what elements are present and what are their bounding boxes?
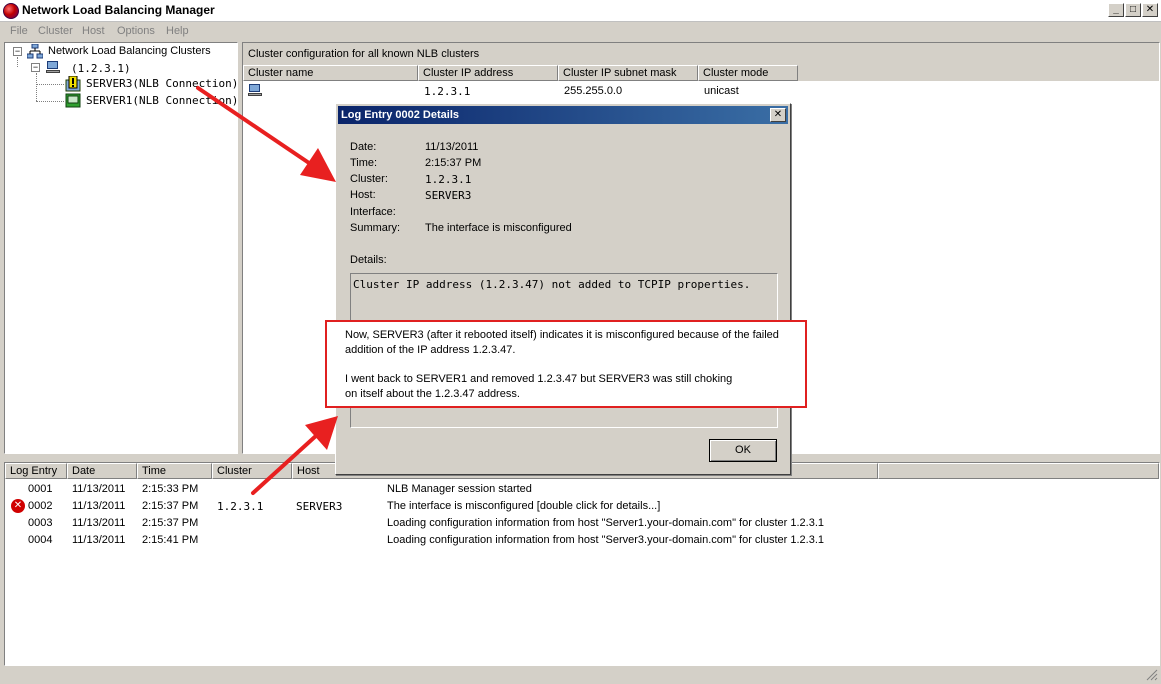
col-cluster-mode[interactable]: Cluster mode — [698, 65, 798, 81]
menu-cluster[interactable]: Cluster — [38, 25, 73, 37]
tree-cluster-toggle[interactable]: − — [31, 63, 40, 72]
log-entry-id: 0002 — [28, 500, 53, 512]
cluster-node-icon — [46, 61, 60, 73]
log-date: 11/13/2011 — [72, 534, 126, 546]
menu-help[interactable]: Help — [166, 25, 189, 37]
col-log-time[interactable]: Time — [137, 463, 212, 479]
window-title: Network Load Balancing Manager — [22, 3, 215, 17]
tree-host-server1[interactable]: SERVER1(NLB Connection) — [86, 94, 238, 107]
status-bar — [0, 666, 1161, 684]
cluster-value: 1.2.3.1 — [425, 173, 472, 186]
interface-label: Interface: — [350, 206, 396, 218]
minimize-button[interactable]: _ — [1108, 3, 1124, 17]
date-label: Date: — [350, 141, 377, 153]
tree-cluster-label[interactable]: (1.2.3.1) — [71, 62, 131, 75]
log-entry-details-dialog: Log Entry 0002 Details ✕ Date: 11/13/201… — [335, 103, 791, 475]
cluster-mode-value: unicast — [704, 85, 739, 97]
log-row[interactable]: ✕ 0002 11/13/2011 2:15:37 PM 1.2.3.1 SER… — [5, 498, 1159, 515]
log-entry-id: 0004 — [28, 534, 53, 546]
col-log-extra — [878, 463, 1159, 479]
annotation-line: I went back to SERVER1 and removed 1.2.3… — [345, 373, 733, 385]
app-icon — [3, 3, 19, 19]
cluster-pane-heading: Cluster configuration for all known NLB … — [248, 48, 480, 60]
clusters-icon — [27, 44, 43, 59]
error-icon: ✕ — [11, 499, 25, 513]
annotation-line: Now, SERVER3 (after it rebooted itself) … — [345, 329, 779, 341]
cluster-mask-value: 255.255.0.0 — [564, 85, 623, 97]
tree-host-server3[interactable]: SERVER3(NLB Connection) — [86, 77, 238, 90]
menu-options[interactable]: Options — [117, 25, 155, 37]
dialog-title: Log Entry 0002 Details — [341, 109, 459, 121]
log-date: 11/13/2011 — [72, 500, 126, 512]
close-button[interactable]: ✕ — [1142, 3, 1158, 17]
maximize-button[interactable]: □ — [1125, 3, 1141, 17]
log-entry-id: 0001 — [28, 483, 53, 495]
tree-root-label[interactable]: Network Load Balancing Clusters — [48, 45, 211, 57]
menu-bar: File Cluster Host Options Help — [0, 22, 1161, 41]
cluster-ip-value: 1.2.3.1 — [424, 85, 471, 98]
cluster-tree[interactable]: − Network Load Balancing Clusters − (1.2… — [4, 42, 238, 454]
log-message: Loading configuration information from h… — [387, 517, 825, 529]
log-time: 2:15:41 PM — [142, 534, 199, 546]
log-row[interactable]: 0004 11/13/2011 2:15:41 PM Loading confi… — [5, 532, 1159, 549]
resize-grip-icon[interactable] — [1146, 669, 1158, 681]
ok-button[interactable]: OK — [709, 439, 777, 462]
log-time: 2:15:33 PM — [142, 483, 199, 495]
dialog-title-bar[interactable]: Log Entry 0002 Details ✕ — [338, 106, 788, 124]
log-row[interactable]: 0001 11/13/2011 2:15:33 PM NLB Manager s… — [5, 481, 1159, 498]
col-log-date[interactable]: Date — [67, 463, 137, 479]
host-ok-icon — [65, 93, 81, 108]
time-label: Time: — [350, 157, 378, 169]
host-value: SERVER3 — [425, 189, 472, 202]
col-cluster-mask[interactable]: Cluster IP subnet mask — [558, 65, 698, 81]
date-value: 11/13/2011 — [425, 141, 479, 153]
annotation-line: on itself about the 1.2.3.47 address. — [345, 388, 520, 400]
cluster-row-icon — [248, 84, 262, 96]
log-message: NLB Manager session started — [387, 483, 532, 495]
warning-icon — [65, 76, 81, 92]
log-cluster: 1.2.3.1 — [217, 500, 264, 513]
details-text: Cluster IP address (1.2.3.47) not added … — [353, 278, 751, 291]
log-host: SERVER3 — [296, 500, 343, 513]
details-label: Details: — [350, 254, 387, 266]
log-entry-id: 0003 — [28, 517, 53, 529]
tree-collapse-toggle[interactable]: − — [13, 47, 22, 56]
col-log-entry[interactable]: Log Entry — [5, 463, 67, 479]
log-pane: Log Entry Date Time Cluster Host 0001 11… — [4, 462, 1160, 666]
log-date: 11/13/2011 — [72, 483, 126, 495]
summary-value: The interface is misconfigured — [425, 222, 572, 234]
cluster-label: Cluster: — [350, 173, 388, 185]
log-message: Loading configuration information from h… — [387, 534, 825, 546]
table-row[interactable]: 1.2.3.1 255.255.0.0 unicast — [243, 82, 1159, 99]
log-message: The interface is misconfigured [double c… — [387, 500, 661, 512]
time-value: 2:15:37 PM — [425, 157, 482, 169]
cluster-table-header: Cluster name Cluster IP address Cluster … — [243, 65, 1159, 81]
col-cluster-name[interactable]: Cluster name — [243, 65, 418, 81]
menu-file[interactable]: File — [10, 25, 28, 37]
log-row[interactable]: 0003 11/13/2011 2:15:37 PM Loading confi… — [5, 515, 1159, 532]
menu-host[interactable]: Host — [82, 25, 105, 37]
log-date: 11/13/2011 — [72, 517, 126, 529]
log-time: 2:15:37 PM — [142, 517, 199, 529]
col-log-cluster[interactable]: Cluster — [212, 463, 292, 479]
cluster-pane-heading-bar: Cluster configuration for all known NLB … — [243, 43, 1159, 65]
log-time: 2:15:37 PM — [142, 500, 199, 512]
dialog-close-button[interactable]: ✕ — [770, 108, 786, 122]
title-bar: Network Load Balancing Manager _ □ ✕ — [0, 0, 1161, 22]
annotation-callout: Now, SERVER3 (after it rebooted itself) … — [325, 320, 807, 408]
col-cluster-ip[interactable]: Cluster IP address — [418, 65, 558, 81]
summary-label: Summary: — [350, 222, 401, 234]
host-label: Host: — [350, 189, 376, 201]
annotation-line: addition of the IP address 1.2.3.47. — [345, 344, 516, 356]
